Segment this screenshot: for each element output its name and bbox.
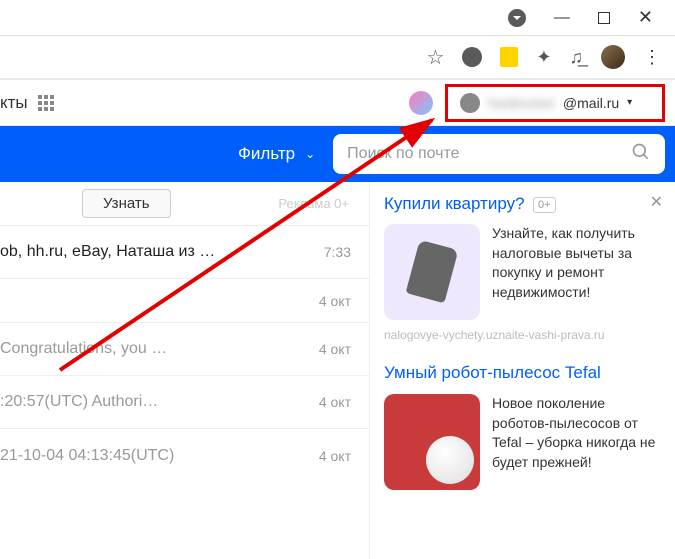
ads-sidebar: ✕ Купили квартиру? 0+ Узнайте, как получ… bbox=[370, 182, 675, 559]
account-domain: @mail.ru bbox=[563, 95, 619, 111]
mail-sender: 21-10-04 04:13:45(UTC) bbox=[0, 447, 174, 465]
mail-time: 4 окт bbox=[319, 293, 351, 309]
mail-item[interactable]: 21-10-04 04:13:45(UTC) 4 окт bbox=[0, 429, 369, 482]
ad-block[interactable]: Купили квартиру? 0+ Узнайте, как получит… bbox=[384, 194, 661, 342]
filter-label: Фильтр bbox=[238, 144, 295, 164]
mail-time: 7:33 bbox=[324, 244, 351, 260]
apps-grid-icon[interactable] bbox=[38, 95, 54, 111]
filter-button[interactable]: Фильтр ⌄ bbox=[238, 144, 315, 164]
ad-image bbox=[384, 224, 480, 320]
ad-text: Новое поколение роботов-пылесосов от Tef… bbox=[492, 394, 661, 490]
ad-age-badge: 0+ bbox=[533, 197, 556, 213]
chevron-down-icon: ⌄ bbox=[305, 147, 315, 161]
ad-source: nalogovye-vychety.uznaite-vashi-prava.ru bbox=[384, 328, 661, 342]
ad-block[interactable]: Умный робот-пылесос Tefal Новое поколени… bbox=[384, 362, 661, 490]
extension-circle-icon[interactable] bbox=[462, 47, 482, 67]
promo-row: Узнать Реклама 0+ bbox=[0, 182, 369, 226]
browser-toolbar: ☆ ✦ ♫̲ ⋮ bbox=[0, 36, 675, 80]
window-controls: — ✕ bbox=[0, 0, 675, 36]
ad-title: Умный робот-пылесос Tefal bbox=[384, 362, 661, 384]
maximize-button[interactable] bbox=[598, 12, 610, 24]
account-dropdown[interactable]: hardrocker @mail.ru ▾ bbox=[445, 84, 665, 122]
action-bar: Фильтр ⌄ bbox=[0, 126, 675, 182]
ad-image bbox=[384, 394, 480, 490]
minimize-button[interactable]: — bbox=[554, 9, 570, 27]
yandex-bookmark-icon[interactable] bbox=[500, 47, 518, 67]
extensions-icon[interactable]: ✦ bbox=[536, 47, 551, 68]
mail-sender: ob, hh.ru, eBay, Наташа из … bbox=[0, 243, 215, 261]
top-nav: кты hardrocker @mail.ru ▾ bbox=[0, 80, 675, 126]
assistant-icon[interactable] bbox=[409, 91, 433, 115]
ad-title: Купили квартиру? bbox=[384, 194, 525, 213]
bookmark-star-icon[interactable]: ☆ bbox=[426, 45, 444, 70]
ad-text: Узнайте, как получить налоговые вычеты з… bbox=[492, 224, 661, 320]
projects-label[interactable]: кты bbox=[0, 93, 28, 113]
mail-list: Узнать Реклама 0+ ob, hh.ru, eBay, Наташ… bbox=[0, 182, 370, 559]
close-ads-icon[interactable]: ✕ bbox=[650, 192, 663, 212]
search-box[interactable] bbox=[333, 134, 665, 174]
mail-item[interactable]: 4 окт bbox=[0, 279, 369, 323]
menu-dots-icon[interactable]: ⋮ bbox=[643, 47, 661, 68]
mail-item[interactable]: ob, hh.ru, eBay, Наташа из … 7:33 bbox=[0, 226, 369, 279]
mail-time: 4 окт bbox=[319, 341, 351, 357]
mail-item[interactable]: :20:57(UTC) Authori… 4 окт bbox=[0, 376, 369, 429]
dropdown-icon[interactable] bbox=[508, 9, 526, 27]
music-icon[interactable]: ♫̲ bbox=[570, 47, 584, 68]
promo-button[interactable]: Узнать bbox=[82, 189, 171, 218]
account-avatar-icon bbox=[460, 93, 480, 113]
profile-avatar[interactable] bbox=[601, 45, 625, 69]
search-input[interactable] bbox=[347, 145, 631, 163]
mail-time: 4 окт bbox=[319, 448, 351, 464]
caret-down-icon: ▾ bbox=[627, 97, 632, 108]
promo-ad-label: Реклама 0+ bbox=[278, 196, 349, 211]
main-area: Узнать Реклама 0+ ob, hh.ru, eBay, Наташ… bbox=[0, 182, 675, 559]
mail-time: 4 окт bbox=[319, 394, 351, 410]
close-button[interactable]: ✕ bbox=[638, 7, 653, 28]
account-username: hardrocker bbox=[488, 95, 555, 111]
mail-item[interactable]: Congratulations, you … 4 окт bbox=[0, 323, 369, 376]
mail-sender: Congratulations, you … bbox=[0, 340, 167, 358]
search-icon[interactable] bbox=[631, 142, 651, 167]
mail-sender: :20:57(UTC) Authori… bbox=[0, 393, 158, 411]
